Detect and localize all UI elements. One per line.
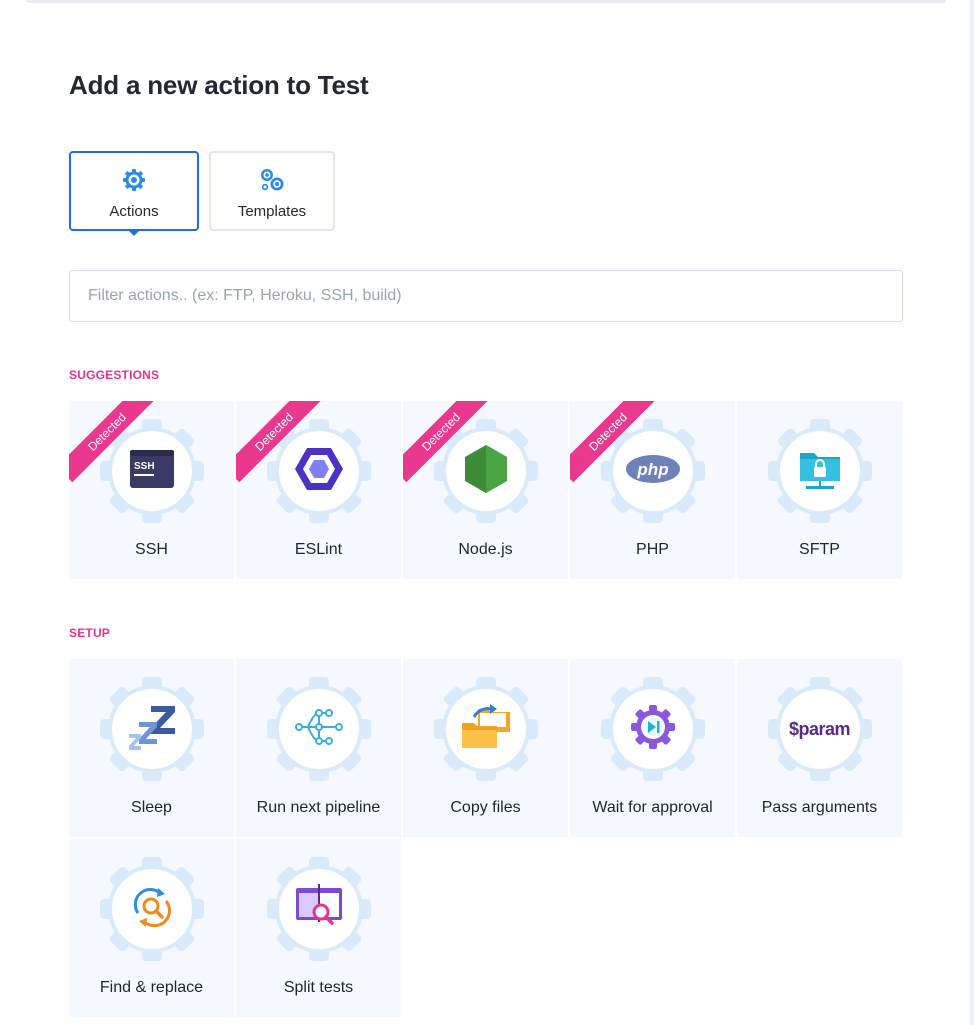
gears-icon — [258, 167, 286, 193]
card-gear-frame — [266, 857, 371, 961]
action-card-run-next-pipeline[interactable]: Run next pipeline — [236, 659, 401, 837]
svg-text:SSH: SSH — [134, 461, 155, 472]
action-card-label: Wait for approval — [592, 799, 713, 816]
setup-grid: Sleep Run next pipeline Copy files Wait … — [69, 659, 902, 1017]
card-gear-frame — [266, 677, 371, 781]
param-variable-icon: $param — [788, 718, 851, 739]
action-type-tabs: Actions Templates — [69, 151, 335, 231]
action-card-label: Find & replace — [99, 979, 204, 996]
action-card-ssh[interactable]: SSH SSH Detected — [69, 401, 234, 579]
tab-templates-label: Templates — [237, 203, 307, 220]
action-card-find-replace[interactable]: Find & replace — [69, 839, 234, 1017]
card-gear-frame — [99, 677, 204, 781]
action-card-split-tests[interactable]: Split tests — [236, 839, 401, 1017]
action-card-label: Copy files — [450, 799, 521, 816]
action-card-label: Run next pipeline — [256, 799, 381, 816]
svg-text:php: php — [636, 460, 668, 479]
action-card-label: Sleep — [131, 799, 172, 816]
page-scrollbar[interactable] — [970, 0, 974, 1025]
action-card-php[interactable]: php PHP Detected — [570, 401, 735, 579]
sftp-folder-lock-icon — [798, 447, 842, 496]
action-card-label: SSH — [135, 541, 168, 558]
approval-gear-icon — [630, 704, 676, 755]
action-card-label: ESLint — [294, 541, 343, 558]
tab-actions-label: Actions — [109, 203, 159, 220]
find-replace-icon — [130, 885, 174, 934]
card-gear-frame — [767, 419, 872, 523]
section-label-suggestions: SUGGESTIONS — [69, 368, 160, 382]
page-title: Add a new action to Test — [69, 70, 369, 100]
filter-actions-input[interactable] — [69, 270, 903, 322]
eslint-hexagon-icon — [294, 446, 344, 497]
gear-icon — [121, 167, 147, 193]
action-card-label: PHP — [636, 541, 669, 558]
ssh-terminal-icon: SSH — [129, 449, 174, 493]
card-gear-frame — [433, 677, 538, 781]
nodejs-hexagon-icon — [464, 444, 508, 499]
action-card-sftp[interactable]: SFTP — [737, 401, 902, 579]
php-logo-icon: php — [625, 454, 681, 489]
split-tests-icon — [295, 883, 343, 935]
copy-folders-icon — [460, 703, 512, 756]
sleep-zzz-icon — [127, 704, 177, 755]
action-card-eslint[interactable]: ESLint Detected — [236, 401, 401, 579]
action-card-pass-arguments[interactable]: $param Pass arguments — [737, 659, 902, 837]
action-card-label: Node.js — [458, 541, 513, 558]
action-card-label: Pass arguments — [761, 799, 878, 816]
tab-actions[interactable]: Actions — [69, 151, 199, 231]
card-gear-frame — [600, 677, 705, 781]
action-card-copy-files[interactable]: Copy files — [403, 659, 568, 837]
pipeline-graph-icon — [294, 707, 344, 752]
card-gear-frame — [99, 857, 204, 961]
action-card-sleep[interactable]: Sleep — [69, 659, 234, 837]
section-label-setup: SETUP — [69, 626, 111, 640]
action-card-wait-for-approval[interactable]: Wait for approval — [570, 659, 735, 837]
suggestions-grid: SSH SSH Detected ESLint Detected Node.js… — [69, 401, 902, 579]
action-card-nodejs[interactable]: Node.js Detected — [403, 401, 568, 579]
action-card-label: Split tests — [283, 979, 354, 996]
card-gear-frame: $param — [767, 677, 872, 781]
tab-templates[interactable]: Templates — [209, 151, 335, 231]
top-edge — [26, 0, 946, 3]
action-card-label: SFTP — [799, 541, 840, 558]
